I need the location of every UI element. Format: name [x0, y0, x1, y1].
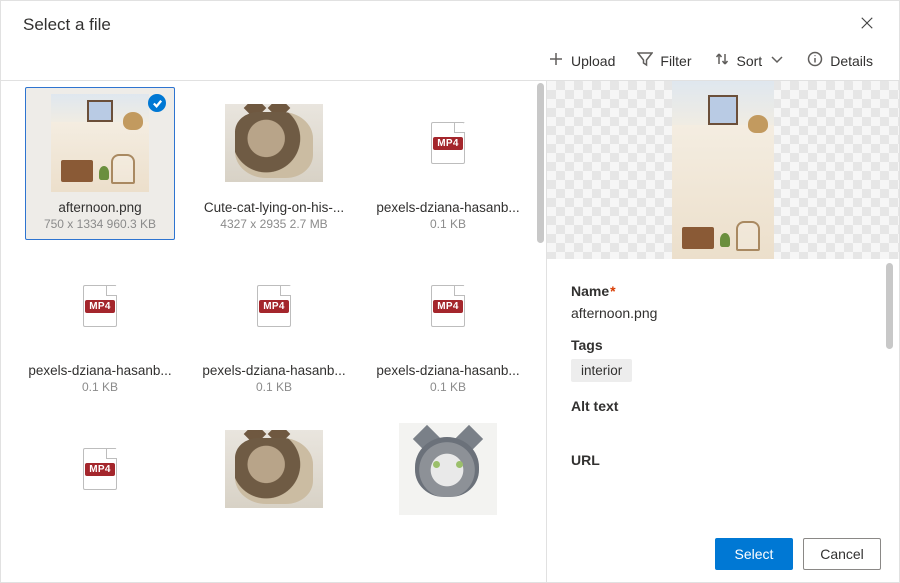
filter-icon: [637, 51, 653, 70]
preview-image: [672, 81, 774, 259]
file-name: pexels-dziana-hasanb...: [376, 200, 519, 215]
dialog-body: afternoon.png 750 x 1334 960.3 KB Cute-cat…: [1, 81, 899, 582]
close-button[interactable]: [855, 13, 879, 37]
cancel-button[interactable]: Cancel: [803, 538, 881, 570]
alttext-field-label: Alt text: [571, 398, 875, 414]
sort-label: Sort: [737, 53, 763, 69]
details-scrollbar[interactable]: [886, 263, 893, 349]
details-button[interactable]: Details: [807, 51, 873, 70]
file-meta: 0.1 KB: [256, 380, 292, 394]
chevron-down-icon: [769, 51, 785, 70]
plus-icon: [548, 51, 564, 70]
file-name: afternoon.png: [58, 200, 141, 215]
preview-area: [547, 81, 899, 259]
file-tile[interactable]: [199, 413, 349, 527]
mp4-file-icon: MP4: [257, 285, 291, 327]
name-field-label: Name: [571, 283, 875, 299]
name-field-value[interactable]: afternoon.png: [571, 305, 875, 321]
file-thumbnail: MP4: [51, 420, 149, 518]
file-name: pexels-dziana-hasanb...: [28, 363, 171, 378]
file-grid: afternoon.png 750 x 1334 960.3 KB Cute-cat…: [1, 83, 546, 531]
grid-scrollbar[interactable]: [537, 83, 544, 243]
filter-label: Filter: [660, 53, 691, 69]
file-thumbnail: MP4: [225, 257, 323, 355]
tags-field-label: Tags: [571, 337, 875, 353]
select-file-dialog: Select a file Upload Filter Sort Details: [0, 0, 900, 583]
file-meta: 0.1 KB: [430, 217, 466, 231]
file-tile[interactable]: MP4 pexels-dziana-hasanb... 0.1 KB: [373, 87, 523, 240]
file-tile[interactable]: afternoon.png 750 x 1334 960.3 KB: [25, 87, 175, 240]
mp4-file-icon: MP4: [83, 448, 117, 490]
upload-label: Upload: [571, 53, 615, 69]
sort-button[interactable]: Sort: [714, 51, 786, 70]
mp4-file-icon: MP4: [431, 285, 465, 327]
mp4-file-icon: MP4: [431, 122, 465, 164]
file-thumbnail: MP4: [399, 94, 497, 192]
dialog-title: Select a file: [23, 15, 111, 35]
file-thumbnail: MP4: [51, 257, 149, 355]
file-meta: 0.1 KB: [430, 380, 466, 394]
tag-chip[interactable]: interior: [571, 359, 632, 382]
select-button[interactable]: Select: [715, 538, 793, 570]
file-thumbnail: [51, 94, 149, 192]
toolbar: Upload Filter Sort Details: [1, 43, 899, 81]
file-grid-pane: afternoon.png 750 x 1334 960.3 KB Cute-cat…: [1, 81, 546, 582]
file-name: pexels-dziana-hasanb...: [376, 363, 519, 378]
file-thumbnail: MP4: [399, 257, 497, 355]
mp4-file-icon: MP4: [83, 285, 117, 327]
file-meta: 750 x 1334 960.3 KB: [44, 217, 156, 231]
file-thumbnail: [225, 94, 323, 192]
url-field-label: URL: [571, 452, 875, 468]
info-icon: [807, 51, 823, 70]
sort-icon: [714, 51, 730, 70]
details-fields: Name afternoon.png Tags interior Alt tex…: [547, 259, 899, 472]
file-thumbnail: [225, 420, 323, 518]
file-name: Cute-cat-lying-on-his-...: [204, 200, 344, 215]
file-tile[interactable]: MP4 pexels-dziana-hasanb... 0.1 KB: [373, 250, 523, 403]
alttext-field-value[interactable]: [571, 420, 875, 436]
file-meta: 0.1 KB: [82, 380, 118, 394]
tags-field-value[interactable]: interior: [571, 359, 875, 382]
details-label: Details: [830, 53, 873, 69]
file-tile[interactable]: MP4: [25, 413, 175, 527]
file-tile[interactable]: [373, 413, 523, 527]
file-tile[interactable]: MP4 pexels-dziana-hasanb... 0.1 KB: [25, 250, 175, 403]
selected-check-icon: [148, 94, 166, 112]
file-tile[interactable]: Cute-cat-lying-on-his-... 4327 x 2935 2.7…: [199, 87, 349, 240]
details-pane: Name afternoon.png Tags interior Alt tex…: [546, 81, 899, 582]
close-icon: [860, 16, 874, 35]
upload-button[interactable]: Upload: [548, 51, 615, 70]
dialog-header: Select a file: [1, 1, 899, 43]
file-name: pexels-dziana-hasanb...: [202, 363, 345, 378]
filter-button[interactable]: Filter: [637, 51, 691, 70]
file-thumbnail: [399, 420, 497, 518]
file-tile[interactable]: MP4 pexels-dziana-hasanb... 0.1 KB: [199, 250, 349, 403]
dialog-footer: Select Cancel: [697, 526, 899, 582]
file-meta: 4327 x 2935 2.7 MB: [220, 217, 327, 231]
